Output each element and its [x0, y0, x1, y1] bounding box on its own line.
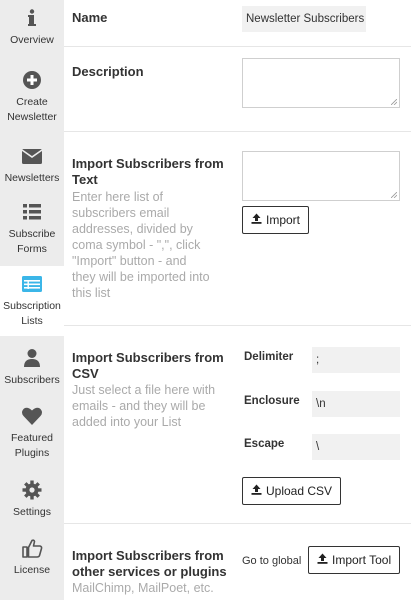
- import-csv-desc-line: Just select a file here with: [72, 383, 216, 397]
- import-text-desc-line: "Import" button - and: [72, 254, 187, 268]
- import-text-title-line: Import Subscribers from: [72, 156, 224, 171]
- import-text-desc-line: coma symbol - ",", click: [72, 238, 201, 252]
- envelope-icon: [21, 146, 43, 166]
- sidebar-item-label: Lists: [21, 315, 43, 327]
- resize-grip-icon[interactable]: [391, 192, 397, 198]
- sidebar-item-label: Subscribe: [8, 228, 56, 240]
- import-tool-button[interactable]: Import Tool: [308, 546, 401, 574]
- sidebar-item-label: Settings: [13, 506, 51, 518]
- import-csv-description: Just select a file here with emails - an…: [72, 382, 215, 430]
- import-csv-desc-line: emails - and they will be: [72, 399, 206, 413]
- sidebar-item-overview[interactable]: Overview: [0, 8, 64, 58]
- divider: [64, 131, 411, 132]
- sidebar-item-settings[interactable]: Settings: [0, 480, 64, 524]
- heart-icon: [21, 406, 43, 426]
- sidebar-item-label: Subscribers: [4, 374, 60, 386]
- sidebar-item-label: Newsletters: [4, 172, 60, 184]
- sidebar-item-subscribers[interactable]: Subscribers: [0, 348, 64, 392]
- import-text-desc-line: Enter here list of: [72, 190, 164, 204]
- description-label: Description: [72, 64, 144, 79]
- sidebar-item-label: Subscription: [3, 300, 61, 312]
- import-other-desc-line: MailChimp, MailPoet, etc.: [72, 581, 214, 595]
- sidebar-item-license[interactable]: License: [0, 538, 64, 582]
- sidebar: Overview Create Newsletter Newsletters S…: [0, 0, 64, 600]
- import-text-desc-line: they will be imported into: [72, 270, 210, 284]
- import-csv-title-line: Import Subscribers from: [72, 350, 224, 365]
- import-other-title-line: other services or plugins: [72, 564, 227, 579]
- divider: [64, 325, 411, 326]
- sidebar-item-subscription-lists[interactable]: Subscription Lists: [0, 266, 64, 336]
- sidebar-item-label: Plugins: [14, 447, 50, 459]
- sidebar-item-label: Create: [16, 96, 48, 108]
- info-icon: [22, 8, 42, 28]
- import-other-title-line: Import Subscribers from: [72, 548, 224, 563]
- import-button-label: Import: [266, 213, 301, 227]
- sidebar-item-label: Forms: [17, 243, 47, 255]
- import-csv-desc-line: added into your List: [72, 415, 182, 429]
- upload-csv-button[interactable]: Upload CSV: [242, 477, 342, 505]
- import-other-title: Import Subscribers from other services o…: [72, 548, 227, 580]
- go-to-global-text: Go to global: [242, 555, 302, 567]
- sidebar-item-label: Featured: [10, 432, 54, 444]
- divider: [64, 46, 411, 47]
- import-other-description: MailChimp, MailPoet, etc.: [72, 580, 214, 596]
- import-tool-button-label: Import Tool: [332, 553, 392, 567]
- escape-field[interactable]: \: [312, 434, 400, 460]
- upload-icon: [251, 484, 262, 498]
- enclosure-label: Enclosure: [244, 395, 300, 407]
- sidebar-item-create-newsletter[interactable]: Create Newsletter: [0, 70, 64, 130]
- import-text-title: Import Subscribers from Text: [72, 156, 224, 188]
- import-text-desc-line: addresses, divided by: [72, 222, 193, 236]
- sidebar-item-label: Newsletter: [7, 111, 57, 123]
- sidebar-item-label: Overview: [10, 34, 54, 46]
- sidebar-item-featured-plugins[interactable]: Featured Plugins: [0, 406, 64, 466]
- upload-icon: [317, 553, 328, 567]
- import-text-desc-line: subscribers email: [72, 206, 170, 220]
- name-label: Name: [72, 10, 108, 25]
- main-content: Name Newsletter Subscribers Description …: [64, 0, 411, 600]
- import-text-title-line: Text: [72, 172, 98, 187]
- user-icon: [22, 348, 42, 368]
- delimiter-field[interactable]: ;: [312, 347, 400, 373]
- name-field[interactable]: Newsletter Subscribers: [242, 6, 366, 32]
- import-text-desc-line: this list: [72, 286, 111, 300]
- sidebar-item-newsletters[interactable]: Newsletters: [0, 146, 64, 188]
- import-text-description: Enter here list of subscribers email add…: [72, 189, 210, 301]
- plus-circle-icon: [22, 70, 42, 90]
- divider: [64, 523, 411, 524]
- resize-grip-icon[interactable]: [391, 99, 397, 105]
- import-csv-title: Import Subscribers from CSV: [72, 350, 224, 382]
- gear-icon: [22, 480, 42, 500]
- sidebar-item-subscribe-forms[interactable]: Subscribe Forms: [0, 202, 64, 262]
- import-text-textarea[interactable]: [242, 151, 400, 201]
- upload-csv-button-label: Upload CSV: [266, 484, 333, 498]
- import-button[interactable]: Import: [242, 206, 310, 234]
- thumbs-up-icon: [21, 538, 43, 558]
- upload-icon: [251, 213, 262, 227]
- description-textarea[interactable]: [242, 58, 400, 108]
- list-icon: [22, 202, 42, 222]
- delimiter-label: Delimiter: [244, 351, 294, 363]
- enclosure-field[interactable]: \n: [312, 391, 400, 417]
- table-list-icon: [21, 274, 43, 294]
- escape-label: Escape: [244, 438, 285, 450]
- sidebar-item-label: License: [13, 564, 51, 576]
- import-csv-title-line: CSV: [72, 366, 99, 381]
